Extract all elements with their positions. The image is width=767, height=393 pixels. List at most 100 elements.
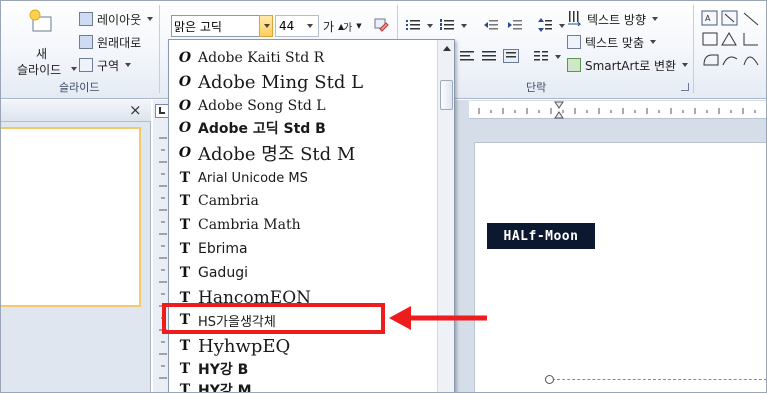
grow-font-button[interactable]: 가 ▲ bbox=[323, 16, 344, 36]
text-direction-button[interactable]: 텍스트 방향 bbox=[567, 9, 659, 29]
font-list-item[interactable]: T Ebrima bbox=[169, 238, 437, 260]
opentype-font-icon: O bbox=[178, 50, 192, 66]
font-name-label: Gadugi bbox=[198, 265, 248, 281]
reset-icon bbox=[79, 35, 93, 49]
scroll-up-button[interactable] bbox=[440, 42, 453, 55]
distributed-button[interactable] bbox=[503, 47, 519, 67]
increase-indent-button[interactable] bbox=[507, 16, 523, 36]
chevron-down-icon bbox=[264, 24, 270, 28]
font-name-label: HyhwpEQ bbox=[198, 335, 291, 357]
group-separator bbox=[159, 5, 160, 93]
resize-handle-icon[interactable] bbox=[545, 375, 554, 384]
curve-shape-icon bbox=[743, 56, 759, 66]
scroll-thumb[interactable] bbox=[440, 80, 453, 110]
font-list-item[interactable]: T Cambria Math bbox=[169, 214, 437, 236]
opentype-font-icon: O bbox=[178, 145, 192, 161]
font-name-label: Cambria bbox=[198, 193, 259, 209]
decrease-indent-button[interactable] bbox=[483, 16, 499, 36]
rounded-shape-icon bbox=[703, 54, 719, 66]
font-size-combobox[interactable] bbox=[275, 15, 319, 37]
section-icon bbox=[79, 58, 93, 72]
dialog-launcher-icon[interactable] bbox=[681, 83, 689, 91]
font-list-item[interactable]: T Arial Unicode MS bbox=[169, 167, 437, 189]
layout-button[interactable]: 레이아웃 bbox=[79, 9, 154, 29]
truetype-font-icon: T bbox=[179, 170, 191, 186]
chevron-down-icon bbox=[427, 24, 433, 28]
columns-button[interactable] bbox=[533, 47, 561, 67]
chevron-up-icon bbox=[442, 46, 451, 51]
font-name-label: Adobe Ming Std L bbox=[198, 71, 364, 93]
font-list-item[interactable]: T HY강 M bbox=[169, 379, 437, 392]
chevron-down-icon bbox=[650, 40, 657, 44]
reset-label: 원래대로 bbox=[97, 35, 142, 50]
align-text-button[interactable]: 텍스트 맞춤 bbox=[567, 32, 657, 52]
numbering-button[interactable] bbox=[439, 16, 467, 36]
text-placeholder-border[interactable] bbox=[547, 379, 766, 392]
truetype-font-icon: T bbox=[179, 217, 191, 233]
paragraph-group-label: 단락 bbox=[526, 81, 547, 94]
font-size-input[interactable] bbox=[279, 18, 305, 34]
font-list-item[interactable]: O Adobe Kaiti Std R bbox=[169, 47, 437, 69]
font-name-label: Cambria Math bbox=[198, 217, 301, 233]
font-dropdown-button[interactable] bbox=[259, 15, 273, 37]
truetype-font-icon: T bbox=[179, 361, 191, 377]
smartart-icon bbox=[567, 58, 581, 72]
font-list-item[interactable]: T HyhwpEQ bbox=[169, 334, 437, 358]
clear-format-button[interactable] bbox=[373, 16, 389, 36]
columns-icon bbox=[533, 49, 549, 66]
font-name-label: Adobe 명조 Std M bbox=[198, 144, 356, 165]
opentype-font-icon: O bbox=[178, 74, 192, 90]
reset-button[interactable]: 원래대로 bbox=[79, 32, 141, 52]
close-icon[interactable]: × bbox=[129, 101, 142, 119]
new-slide-label-1: 새 bbox=[36, 47, 48, 61]
section-label: 구역 bbox=[97, 58, 120, 73]
line-spacing-button[interactable] bbox=[537, 16, 565, 36]
slides-group-label: 슬라이드 bbox=[59, 81, 100, 94]
align-text-label: 텍스트 맞춤 bbox=[585, 35, 645, 50]
smartart-button[interactable]: SmartArt로 변환 bbox=[567, 55, 689, 75]
font-name-label: Ebrima bbox=[198, 241, 248, 257]
slide-canvas[interactable]: HALf-Moon bbox=[474, 142, 766, 392]
wordart-image[interactable]: HALf-Moon bbox=[487, 223, 595, 249]
font-name-label: HY강 B bbox=[198, 362, 249, 378]
font-list-item[interactable]: T HY강 B bbox=[169, 358, 437, 380]
font-list-item[interactable]: O Adobe Ming Std L bbox=[169, 70, 437, 94]
shapes-gallery[interactable]: A bbox=[701, 9, 766, 69]
chevron-down-icon bbox=[559, 24, 565, 28]
increase-indent-icon bbox=[507, 18, 523, 35]
chevron-down-icon bbox=[307, 24, 313, 28]
font-list-scrollbar[interactable] bbox=[437, 40, 454, 392]
tab-selector-button[interactable] bbox=[155, 104, 169, 118]
font-name-label: Adobe 고딕 Std B bbox=[198, 121, 326, 137]
wordart-text: HALf-Moon bbox=[503, 228, 579, 244]
triangle-shape-icon bbox=[721, 32, 737, 46]
font-dropdown-list[interactable]: O Adobe Kaiti Std R O Adobe Ming Std L O Adob… bbox=[168, 39, 455, 392]
line-shape-icon bbox=[743, 12, 759, 26]
vertical-textbox-shape-icon bbox=[721, 10, 738, 26]
truetype-font-icon: T bbox=[179, 193, 191, 209]
chevron-down-icon bbox=[71, 67, 77, 71]
line-spacing-icon bbox=[537, 17, 553, 36]
chevron-down-icon bbox=[682, 63, 689, 67]
pane-tab-strip: × bbox=[1, 100, 151, 122]
slide-thumbnail[interactable] bbox=[1, 127, 141, 307]
font-list-item[interactable]: O Adobe 고딕 Std B bbox=[169, 117, 437, 139]
elbow-connector-icon bbox=[743, 33, 758, 46]
layout-label: 레이아웃 bbox=[97, 12, 142, 27]
shrink-font-button[interactable]: 가 ▼ bbox=[343, 16, 362, 36]
bullets-button[interactable] bbox=[405, 16, 433, 36]
opentype-font-icon: O bbox=[178, 120, 192, 136]
font-list-item[interactable]: O Adobe 명조 Std M bbox=[169, 140, 437, 166]
font-list-item[interactable]: T Gadugi bbox=[169, 262, 437, 284]
font-list-item[interactable]: T Cambria bbox=[169, 190, 437, 212]
text-direction-icon bbox=[567, 10, 583, 29]
justify-button[interactable] bbox=[481, 47, 497, 67]
align-left-button[interactable] bbox=[459, 47, 475, 67]
svg-text:A: A bbox=[705, 14, 711, 23]
font-name-input[interactable] bbox=[174, 18, 264, 34]
font-name-combobox[interactable] bbox=[171, 15, 273, 37]
chevron-down-icon bbox=[555, 55, 561, 59]
new-slide-button[interactable]: 새 슬라이드 bbox=[9, 7, 77, 77]
font-list-item[interactable]: O Adobe Song Std L bbox=[169, 95, 437, 117]
section-button[interactable]: 구역 bbox=[79, 55, 132, 75]
